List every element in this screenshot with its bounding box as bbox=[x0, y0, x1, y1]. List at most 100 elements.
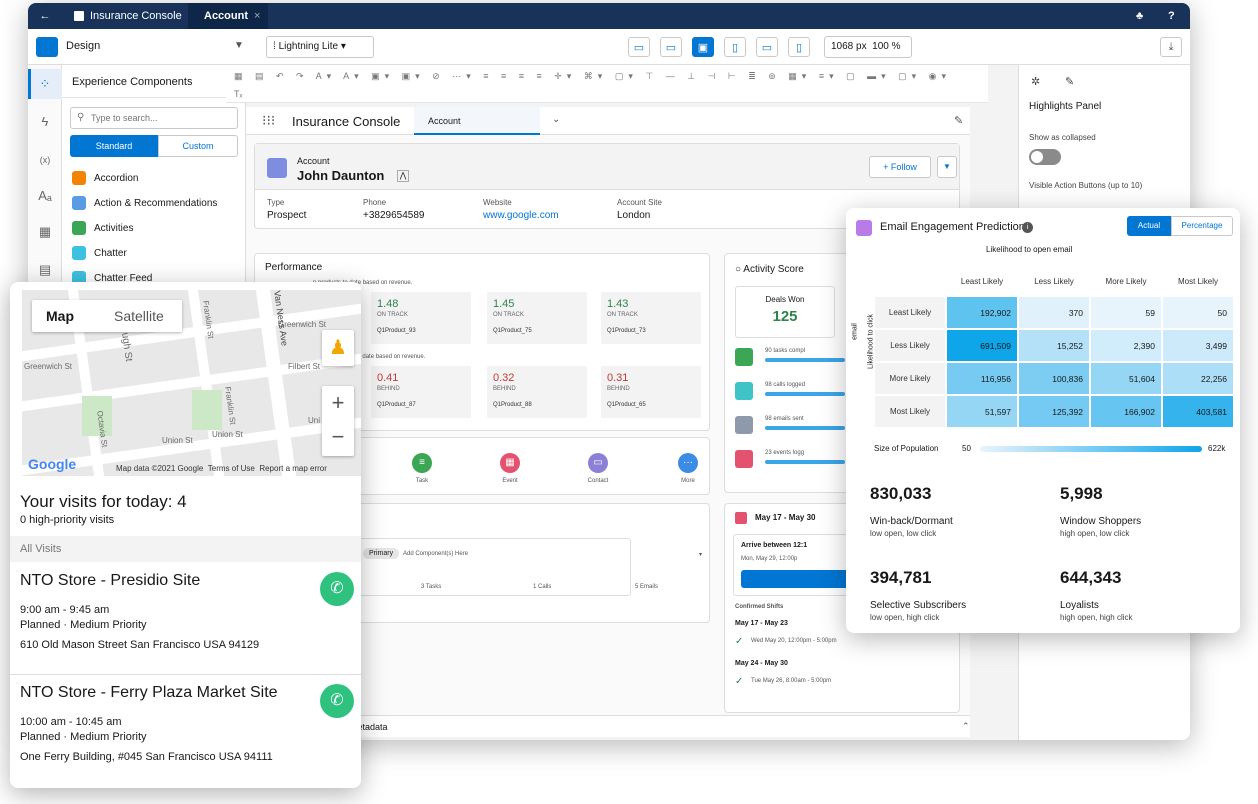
arrive-label: Arrive between 12:1 bbox=[741, 542, 808, 549]
metric-tile[interactable]: 0.32 BEHIND Q1Product_88 bbox=[487, 366, 587, 418]
map-button[interactable]: Map bbox=[46, 308, 74, 324]
chatter-icon bbox=[72, 246, 86, 260]
confirmed-label: Confirmed Shifts bbox=[735, 604, 784, 610]
app-launcher-icon[interactable]: ⁝⁝⁝ bbox=[262, 112, 275, 129]
gear-icon[interactable]: ✲ bbox=[1031, 75, 1040, 88]
tab-custom[interactable]: Custom bbox=[158, 135, 238, 157]
chevron-down-icon[interactable]: ▼ bbox=[234, 40, 244, 51]
collapsed-toggle[interactable] bbox=[1029, 149, 1061, 165]
google-logo: Google bbox=[28, 456, 77, 472]
population-label: Size of Population bbox=[874, 444, 939, 453]
calendar-icon bbox=[735, 512, 747, 524]
component-activities[interactable]: Activities bbox=[72, 221, 133, 235]
zoom-out-icon[interactable]: − bbox=[322, 420, 354, 454]
zoom-in-icon[interactable]: + bbox=[322, 386, 354, 420]
console-tab-account[interactable]: Account bbox=[414, 107, 540, 135]
canvas-size-field[interactable]: 1068 px 100 % bbox=[824, 36, 912, 58]
text-style-icon[interactable]: Aₐ bbox=[36, 187, 54, 205]
bolt-icon[interactable]: ϟ bbox=[36, 113, 54, 131]
device-landscape-button[interactable]: ▭ bbox=[756, 37, 778, 57]
report-link[interactable]: Report a map error bbox=[259, 464, 327, 473]
visit-item[interactable]: NTO Store - Presidio Site 9:00 am - 9:45… bbox=[20, 572, 350, 651]
user-icon[interactable]: ♣ bbox=[1126, 3, 1153, 29]
design-icon[interactable] bbox=[36, 37, 58, 57]
calendar-icon[interactable]: ▦ bbox=[36, 223, 54, 241]
device-console-button[interactable]: ▣ bbox=[692, 37, 714, 57]
terms-link[interactable]: Terms of Use bbox=[208, 464, 255, 473]
metric-tile[interactable]: 1.45 ON TRACK Q1Product_75 bbox=[487, 292, 587, 344]
primary-badge: Primary bbox=[363, 548, 400, 559]
download-icon[interactable]: ⤓ bbox=[1160, 37, 1182, 57]
close-icon[interactable]: × bbox=[254, 10, 260, 22]
map-label: Union St bbox=[212, 430, 243, 439]
follow-button[interactable]: + Follow bbox=[869, 156, 931, 178]
visit-item[interactable]: NTO Store - Ferry Plaza Market Site 10:0… bbox=[20, 684, 350, 763]
call-phone-icon[interactable]: ✆ bbox=[320, 572, 354, 606]
field-value-phone: +3829654589 bbox=[363, 210, 425, 221]
heatmap-cell: 370 bbox=[1018, 296, 1090, 329]
search-icon: ⚲ bbox=[77, 112, 85, 123]
hierarchy-icon[interactable]: ⋀ bbox=[397, 170, 409, 182]
segment-loyalists: 644,343 Loyalists high open, high click bbox=[1060, 568, 1133, 622]
metric-tile[interactable]: 0.41 BEHIND Q1Product_87 bbox=[371, 366, 471, 418]
activity-line: 23 events logg bbox=[765, 450, 805, 456]
heatmap-row-header: Most Likely bbox=[874, 395, 946, 428]
tab-standard[interactable]: Standard bbox=[70, 135, 158, 157]
back-arrow-icon[interactable]: ← bbox=[30, 3, 60, 29]
week-label: May 17 - May 23 bbox=[735, 620, 788, 627]
expand-icon[interactable]: ⌃ bbox=[962, 721, 970, 732]
variable-icon[interactable]: (x) bbox=[36, 151, 54, 169]
grid-icon bbox=[74, 11, 84, 21]
visible-buttons-label: Visible Action Buttons (up to 10) bbox=[1029, 181, 1143, 190]
map-view[interactable]: Greenwich St Greenwich St Filbert St Uni… bbox=[22, 290, 361, 476]
heatmap-cell: 59 bbox=[1090, 296, 1162, 329]
list-icon[interactable]: ▤ bbox=[36, 261, 54, 279]
tab-insurance-console[interactable]: Insurance Console bbox=[64, 3, 192, 29]
component-chatter[interactable]: Chatter bbox=[72, 246, 127, 260]
device-desktop-button[interactable]: ▭ bbox=[628, 37, 650, 57]
record-type: Account bbox=[297, 156, 330, 166]
device-tablet-button[interactable]: ▯ bbox=[724, 37, 746, 57]
action-task[interactable]: ≡ Task bbox=[392, 453, 452, 484]
device-phone-button[interactable]: ▯ bbox=[788, 37, 810, 57]
metric-tile[interactable]: 1.43 ON TRACK Q1Product_73 bbox=[601, 292, 701, 344]
map-label: Franklin St bbox=[223, 386, 238, 426]
column-axis-label: Likelihood to open email bbox=[986, 245, 1073, 254]
info-icon[interactable]: i bbox=[1022, 222, 1033, 233]
console-header: ⁝⁝⁝ Insurance Console Account ⌄ ✎ bbox=[246, 107, 970, 135]
chevron-down-icon[interactable]: ⌄ bbox=[552, 114, 560, 125]
clear-format-icon[interactable]: Tₓ bbox=[234, 89, 242, 99]
mode-select[interactable]: Design bbox=[66, 40, 100, 52]
device-monitor-button[interactable]: ▭ bbox=[660, 37, 682, 57]
tab-account[interactable]: Account × bbox=[188, 3, 268, 29]
search-input[interactable] bbox=[91, 110, 231, 126]
field-label-type: Type bbox=[267, 198, 285, 207]
event-icon: ▦ bbox=[500, 453, 520, 473]
call-phone-icon[interactable]: ✆ bbox=[320, 684, 354, 718]
component-search-box[interactable]: ⚲ bbox=[70, 107, 238, 129]
component-accordion[interactable]: Accordion bbox=[72, 171, 138, 185]
metric-tile[interactable]: 0.31 BEHIND Q1Product_65 bbox=[601, 366, 701, 418]
components-icon[interactable]: ⁘ bbox=[36, 75, 54, 93]
help-icon[interactable]: ? bbox=[1158, 3, 1185, 29]
email-engagement-card: Email Engagement Prediction i Actual Per… bbox=[846, 208, 1240, 633]
action-more[interactable]: ··· More bbox=[658, 453, 718, 484]
action-event[interactable]: ▦ Event bbox=[480, 453, 540, 484]
visits-title: Your visits for today: 4 bbox=[20, 492, 187, 511]
segment-window-shoppers: 5,998 Window Shoppers high open, low click bbox=[1060, 484, 1142, 538]
chevron-down-icon[interactable]: ▾ bbox=[699, 551, 702, 558]
satellite-button[interactable]: Satellite bbox=[114, 308, 164, 324]
theme-select[interactable]: ⁞ Lightning Lite ▾ bbox=[266, 36, 374, 58]
metric-tile[interactable]: 1.48 ON TRACK Q1Product_93 bbox=[371, 292, 471, 344]
action-contact[interactable]: ▭ Contact bbox=[568, 453, 628, 484]
component-action-recommendations[interactable]: Action & Recommendations bbox=[72, 196, 217, 210]
more-actions-button[interactable]: ▼ bbox=[937, 156, 957, 178]
edit-icon[interactable]: ✎ bbox=[954, 114, 963, 127]
field-value-website[interactable]: www.google.com bbox=[483, 210, 559, 221]
brush-icon[interactable]: ✎ bbox=[1065, 75, 1074, 88]
street-view-pegman-icon[interactable]: ♟ bbox=[322, 330, 354, 366]
actual-toggle[interactable]: Actual bbox=[1127, 216, 1171, 236]
format-icons[interactable]: ▦ ▤ ↶ ↷ A▾ A▾ ▣▾ ▣▾ ⊘ ⋯▾ ≡ ≡ ≡ ≡ ✛▾ ⌘▾ ▢… bbox=[234, 71, 951, 82]
percentage-toggle[interactable]: Percentage bbox=[1171, 216, 1233, 236]
heatmap-column-header: More Likely bbox=[1090, 266, 1162, 296]
